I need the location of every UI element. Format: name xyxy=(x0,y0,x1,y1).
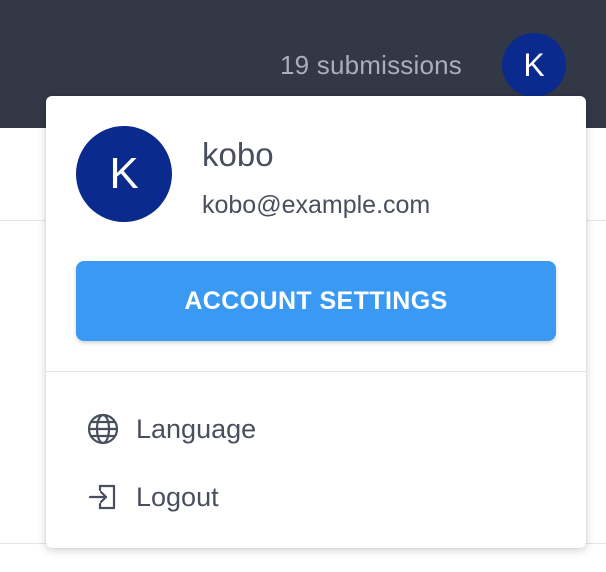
menu-item-language[interactable]: Language xyxy=(86,409,256,449)
menu-item-label: Logout xyxy=(136,481,219,512)
account-avatar-button[interactable]: K xyxy=(502,33,566,97)
globe-icon xyxy=(86,412,120,446)
menu-divider xyxy=(46,371,586,372)
page: 19 submissions K K kobo kobo@example.com… xyxy=(0,0,606,572)
menu-item-label: Language xyxy=(136,413,257,444)
logout-icon xyxy=(86,480,120,514)
account-email: kobo@example.com xyxy=(202,191,431,219)
account-avatar: K xyxy=(76,126,172,222)
account-settings-button[interactable]: ACCOUNT SETTINGS xyxy=(76,261,556,341)
account-menu-popover: K kobo kobo@example.com ACCOUNT SETTINGS… xyxy=(46,96,586,548)
menu-item-logout[interactable]: Logout xyxy=(86,477,219,517)
submissions-count: 19 submissions xyxy=(280,50,462,80)
account-username: kobo xyxy=(202,136,274,173)
